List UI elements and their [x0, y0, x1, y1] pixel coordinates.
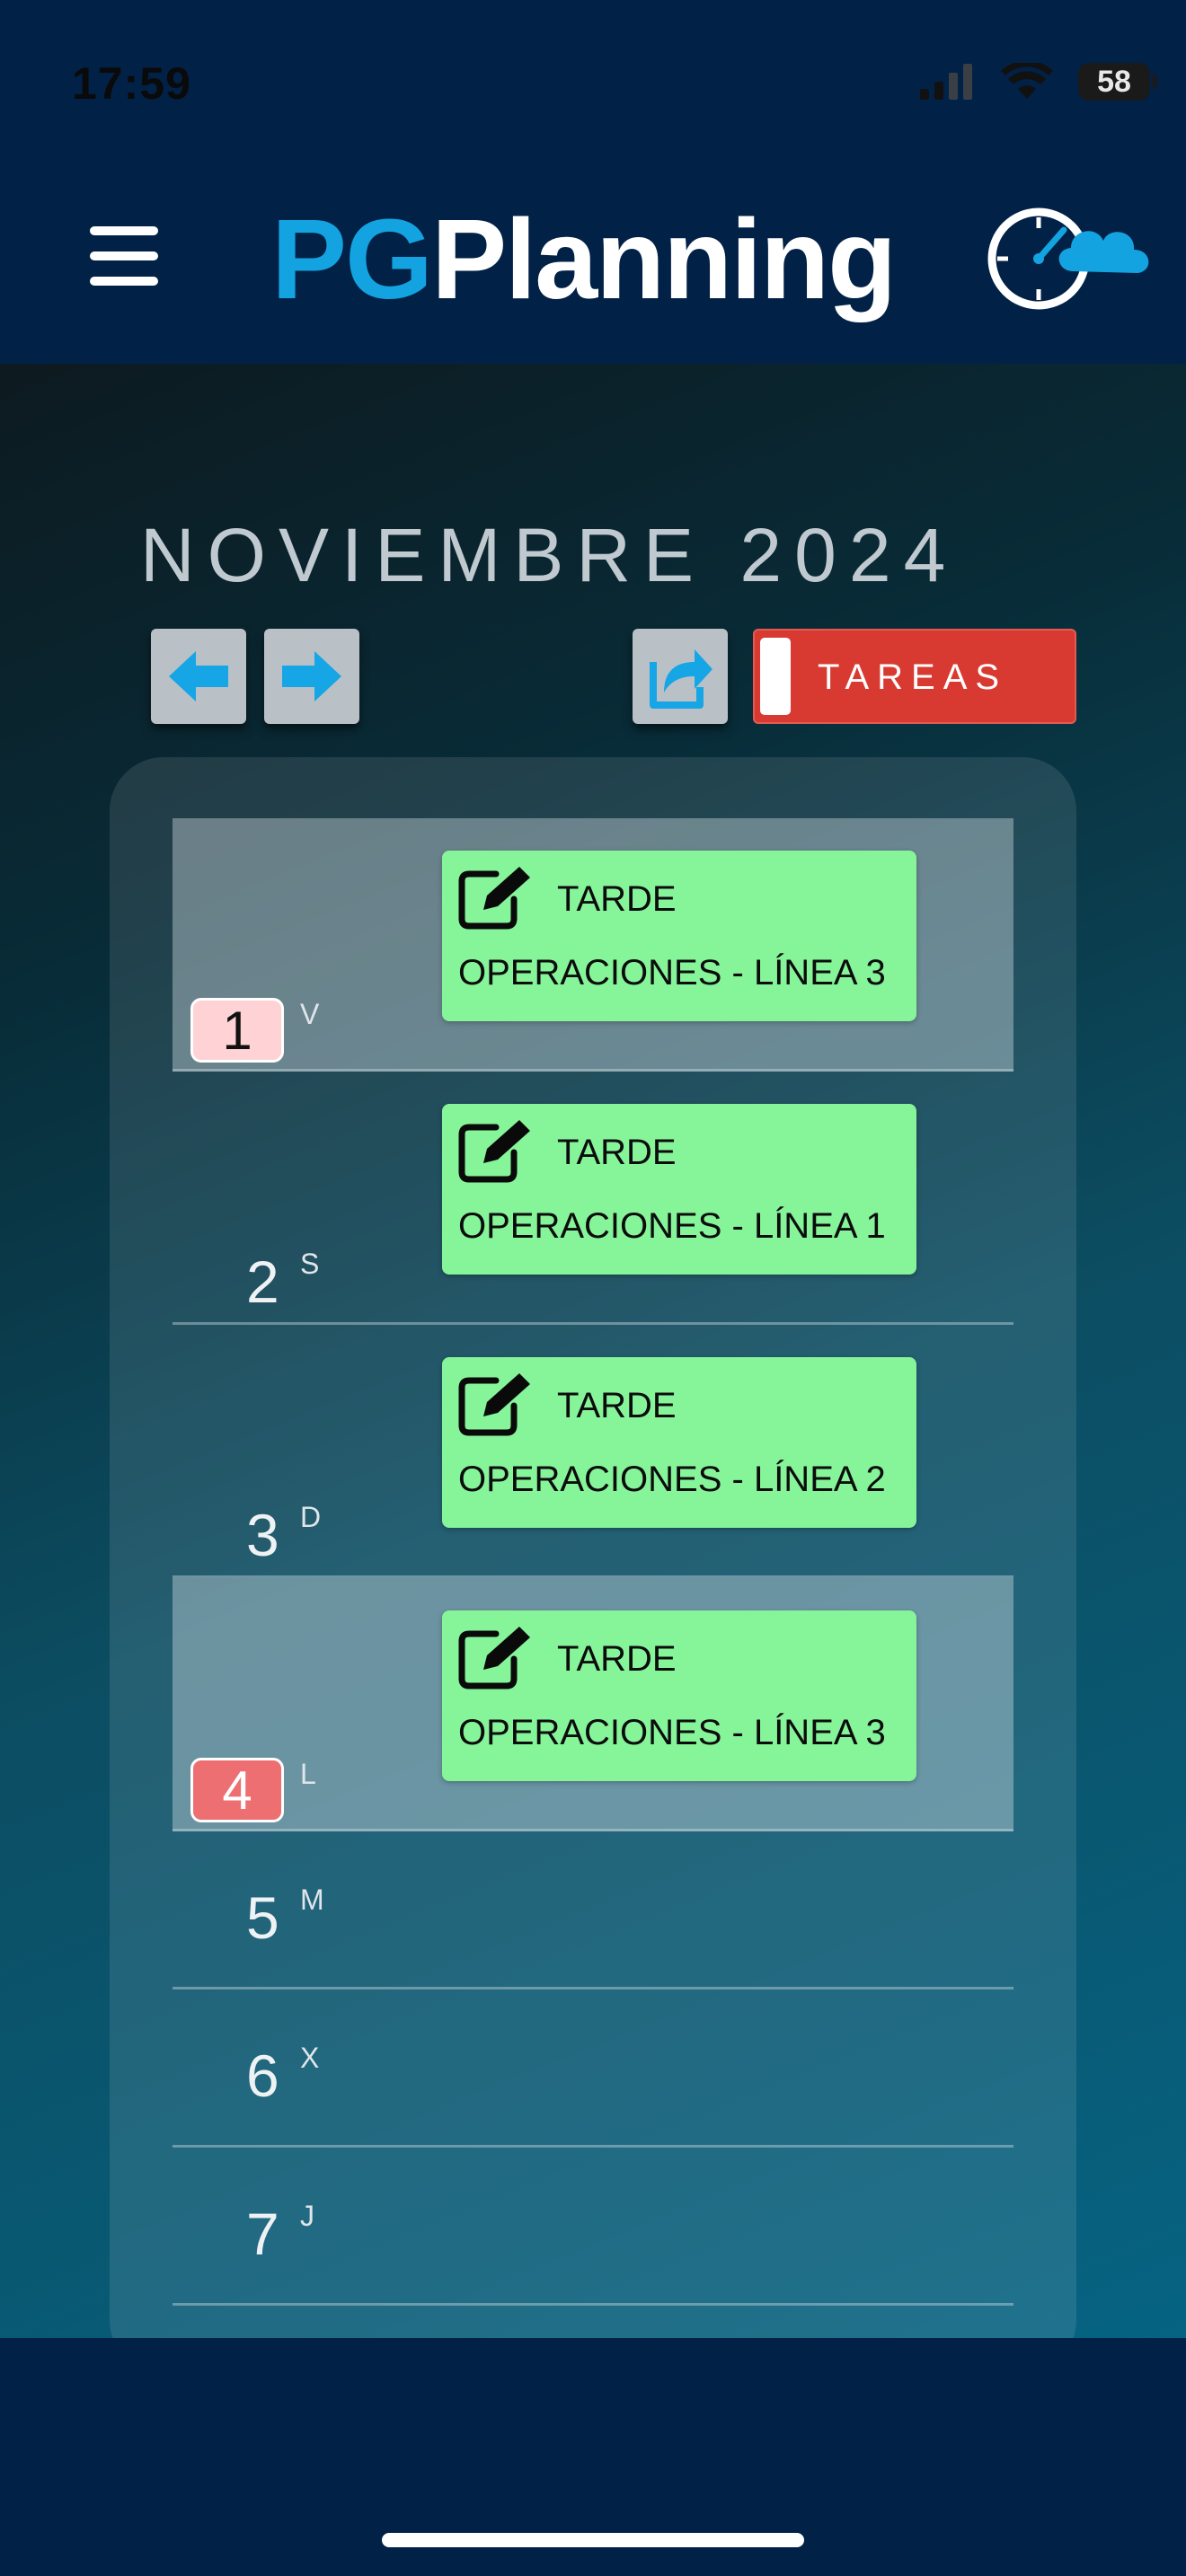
shift-description: OPERACIONES - LÍNEA 3	[458, 953, 886, 992]
status-icons: 58	[920, 63, 1157, 101]
today-number-badge: 4	[190, 1758, 284, 1822]
wifi-icon	[1001, 63, 1053, 99]
day-letter: J	[300, 2200, 314, 2232]
day-row[interactable]: 2 S TARDE OPERACIONES - LÍNEA 1	[173, 1072, 1013, 1325]
day-letter: L	[300, 1758, 316, 1790]
toggle-knob	[760, 638, 791, 715]
shift-card[interactable]: TARDE OPERACIONES - LÍNEA 1	[442, 1104, 916, 1275]
arrow-right-icon	[282, 651, 341, 701]
day-row[interactable]: 1 V TARDE OPERACIONES - LÍNEA 3	[173, 818, 1013, 1072]
day-letter: S	[300, 1248, 320, 1280]
shift-name: TARDE	[557, 1133, 677, 1172]
calendar-view: NOVIEMBRE 2024 TAREAS 1 V TARDE OPERACIO…	[0, 364, 1186, 2338]
month-title: NOVIEMBRE 2024	[140, 513, 959, 597]
day-number: 2	[246, 1248, 279, 1315]
day-number: 6	[246, 2042, 279, 2109]
battery-level: 58	[1097, 64, 1131, 99]
clock-cloud-icon[interactable]	[987, 203, 1157, 320]
share-icon	[650, 649, 712, 709]
day-number: 5	[246, 1884, 279, 1951]
day-letter: V	[300, 998, 320, 1030]
logo-pg: PG	[271, 196, 433, 322]
edit-icon	[458, 1120, 530, 1183]
edit-icon	[458, 1627, 530, 1689]
menu-icon[interactable]	[90, 226, 158, 286]
signal-icon	[920, 64, 972, 100]
day-row[interactable]: 6 X	[173, 1989, 1013, 2148]
status-time: 17:59	[72, 58, 191, 109]
day-number-badge: 1	[190, 998, 284, 1063]
logo-planning: Planning	[431, 196, 897, 322]
shift-name: TARDE	[557, 879, 677, 919]
day-letter: D	[300, 1501, 322, 1533]
day-number: 3	[246, 1502, 279, 1568]
shift-card[interactable]: TARDE OPERACIONES - LÍNEA 3	[442, 851, 916, 1021]
battery-icon: 58	[1078, 63, 1157, 101]
day-number: 7	[246, 2201, 279, 2267]
home-indicator[interactable]	[382, 2533, 804, 2547]
tareas-label: TAREAS	[818, 657, 1008, 697]
shift-description: OPERACIONES - LÍNEA 3	[458, 1713, 886, 1752]
shift-description: OPERACIONES - LÍNEA 1	[458, 1206, 886, 1246]
tareas-toggle[interactable]: TAREAS	[753, 629, 1076, 724]
edit-icon	[458, 1373, 530, 1436]
day-row[interactable]: 3 D TARDE OPERACIONES - LÍNEA 2	[173, 1325, 1013, 1578]
next-month-button[interactable]	[264, 629, 359, 724]
app-logo: PGPlanning	[271, 196, 897, 322]
calendar-list: 1 V TARDE OPERACIONES - LÍNEA 3 2 S TARD…	[110, 757, 1076, 2338]
day-row[interactable]: 4 L TARDE OPERACIONES - LÍNEA 3	[173, 1578, 1013, 1831]
shift-card[interactable]: TARDE OPERACIONES - LÍNEA 2	[442, 1357, 916, 1528]
day-letter: X	[300, 2042, 320, 2074]
shift-name: TARDE	[557, 1386, 677, 1425]
edit-icon	[458, 867, 530, 930]
day-row[interactable]: 5 M	[173, 1831, 1013, 1989]
app-header: PGPlanning	[0, 171, 1186, 364]
day-row[interactable]: 7 J	[173, 2148, 1013, 2306]
prev-month-button[interactable]	[151, 629, 246, 724]
shift-name: TARDE	[557, 1639, 677, 1679]
day-letter: M	[300, 1883, 324, 1916]
arrow-left-icon	[169, 651, 228, 701]
status-bar: 17:59 58	[0, 0, 1186, 171]
shift-description: OPERACIONES - LÍNEA 2	[458, 1460, 886, 1499]
shift-card[interactable]: TARDE OPERACIONES - LÍNEA 3	[442, 1610, 916, 1781]
share-button[interactable]	[633, 629, 728, 724]
